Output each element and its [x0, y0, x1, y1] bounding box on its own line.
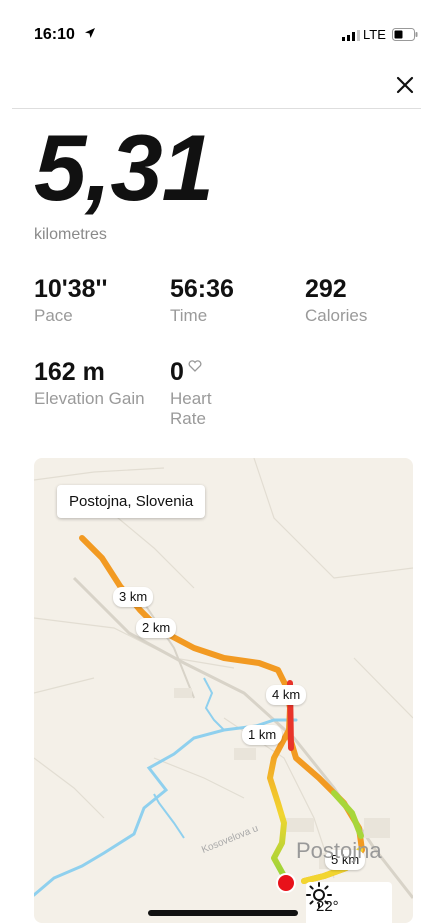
heart-icon [188, 360, 202, 372]
stat-value: 292 [305, 275, 347, 303]
stat-value: 56:36 [170, 275, 234, 303]
km-marker-1: 1 km [242, 725, 283, 745]
stat-label: Heart Rate [170, 389, 212, 428]
signal-icon [342, 30, 360, 41]
location-arrow-icon [85, 28, 95, 38]
stat-calories: 292 Calories [305, 275, 367, 326]
close-button[interactable] [392, 72, 418, 98]
network-type: LTE [363, 27, 386, 42]
stat-label: Time [170, 306, 208, 325]
map-town-label: Postojna [296, 838, 382, 863]
map-roads [34, 458, 413, 879]
stat-label: Elevation Gain [34, 389, 145, 408]
stat-label: Pace [34, 306, 73, 325]
map-river-branch [153, 793, 185, 839]
status-bar: 16:10 LTE [0, 0, 421, 48]
route-map[interactable]: Postojna, Slovenia 3 km 2 km 4 km 1 km 5… [34, 458, 413, 923]
distance-value: 5,31 [34, 115, 214, 220]
header-divider [12, 108, 421, 109]
stat-pace: 10'38'' Pace [34, 275, 107, 326]
map-stream [203, 677, 225, 731]
stat-value: 162 m [34, 358, 105, 386]
stat-value: 10'38'' [34, 275, 108, 303]
home-indicator[interactable] [148, 910, 298, 916]
map-river [34, 718, 298, 897]
distance-unit: kilometres [34, 226, 107, 243]
stat-heart-rate: 0 Heart Rate [170, 358, 240, 429]
stat-label: Calories [305, 306, 368, 325]
route-end-marker[interactable] [276, 873, 296, 893]
stat-elevation: 162 m Elevation Gain [34, 358, 154, 409]
sun-icon [306, 882, 332, 908]
km-marker-4: 4 km [266, 685, 307, 705]
battery-icon [392, 28, 418, 41]
status-time: 16:10 [34, 26, 75, 43]
stat-time: 56:36 Time [170, 275, 234, 326]
stat-value: 0 [170, 358, 184, 386]
km-marker-2: 2 km [136, 618, 177, 638]
close-icon [396, 76, 414, 94]
km-marker-3: 3 km [113, 587, 154, 607]
weather-badge: 22° [306, 882, 392, 923]
map-location-label: Postojna, Slovenia [57, 485, 206, 518]
